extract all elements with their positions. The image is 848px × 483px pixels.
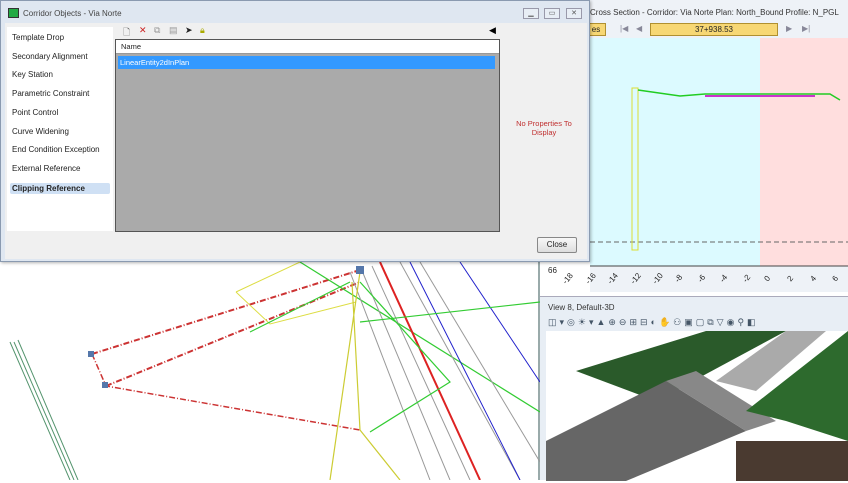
collapse-arrow-icon[interactable]: ◀ — [489, 25, 496, 36]
list-item[interactable]: Curve Widening — [12, 127, 69, 136]
last-station-button[interactable]: ▶| — [802, 24, 810, 33]
cross-section-toolbar: es |◀ ◀ 37+938.53 ▶ ▶| — [586, 22, 848, 38]
dialog-body: Template Drop Secondary Alignment Key Stat… — [5, 23, 587, 259]
delete-icon[interactable]: ✕ — [139, 25, 147, 36]
grid-toolbar: 🗋 ✕ ⧉ ▤ ➤ 🔒︎ ◀ — [119, 25, 499, 39]
maximize-button[interactable]: ▭ — [544, 8, 560, 19]
objects-grid: Name LinearEntity2dInPlan — [115, 39, 500, 232]
close-window-button[interactable]: ✕ — [566, 8, 582, 19]
minimize-button[interactable]: ▁ — [523, 8, 539, 19]
app-icon — [8, 8, 19, 18]
close-button[interactable]: Close — [537, 237, 577, 253]
list-item[interactable]: Point Control — [12, 108, 58, 117]
column-header-name[interactable]: Name — [116, 40, 499, 54]
lock-icon[interactable]: 🔒︎ — [200, 25, 205, 36]
copy-icon[interactable]: ⧉ — [154, 25, 160, 36]
first-station-button[interactable]: |◀ — [620, 24, 628, 33]
view-toolbar[interactable]: ◫▾◎☀▾▲⊕⊖⊞⊟◐✋⚇▣▢⧉▽◉⚲◧ — [548, 317, 759, 328]
next-station-button[interactable]: ▶ — [786, 24, 792, 33]
list-item[interactable]: Parametric Constraint — [12, 89, 89, 98]
x-tick-label: -18 — [560, 271, 575, 286]
object-type-list: Template Drop Secondary Alignment Key Stat… — [7, 27, 113, 231]
cross-section-canvas[interactable]: 66 -18-16-14-12-10-8-6-4-202468 — [548, 38, 848, 286]
plan-view[interactable] — [0, 261, 541, 481]
list-item[interactable]: Template Drop — [12, 33, 64, 42]
table-row[interactable]: LinearEntity2dInPlan — [118, 56, 495, 69]
list-item[interactable]: Secondary Alignment — [12, 52, 88, 61]
3d-view-canvas[interactable] — [546, 331, 848, 481]
select-icon[interactable]: ➤ — [185, 25, 193, 36]
corridor-objects-dialog: Corridor Objects - Via Norte ▁ ▭ ✕ Templ… — [0, 0, 590, 262]
cross-section-title: Cross Section - Corridor: Via Norte Plan… — [590, 8, 839, 17]
paste-icon[interactable]: ▤ — [169, 25, 178, 36]
previous-station-button[interactable]: ◀ — [636, 24, 642, 33]
view-8-title: View 8, Default-3D — [548, 303, 615, 312]
plan-drawing — [9, 261, 541, 481]
list-item[interactable]: Clipping Reference — [10, 182, 110, 194]
dialog-title: Corridor Objects - Via Norte — [23, 9, 122, 18]
list-item[interactable]: External Reference — [12, 164, 80, 173]
station-select[interactable]: 37+938.53 — [650, 23, 778, 36]
list-item[interactable]: End Condition Exception — [12, 145, 100, 154]
list-item[interactable]: Key Station — [12, 70, 53, 79]
y-label: 66 — [548, 266, 557, 275]
cross-section-window: Cross Section - Corridor: Via Norte Plan… — [548, 0, 848, 292]
view-8-window: View 8, Default-3D ◫▾◎☀▾▲⊕⊖⊞⊟◐✋⚇▣▢⧉▽◉⚲◧ — [540, 296, 848, 481]
properties-empty-text: No Properties To Display — [516, 119, 572, 137]
